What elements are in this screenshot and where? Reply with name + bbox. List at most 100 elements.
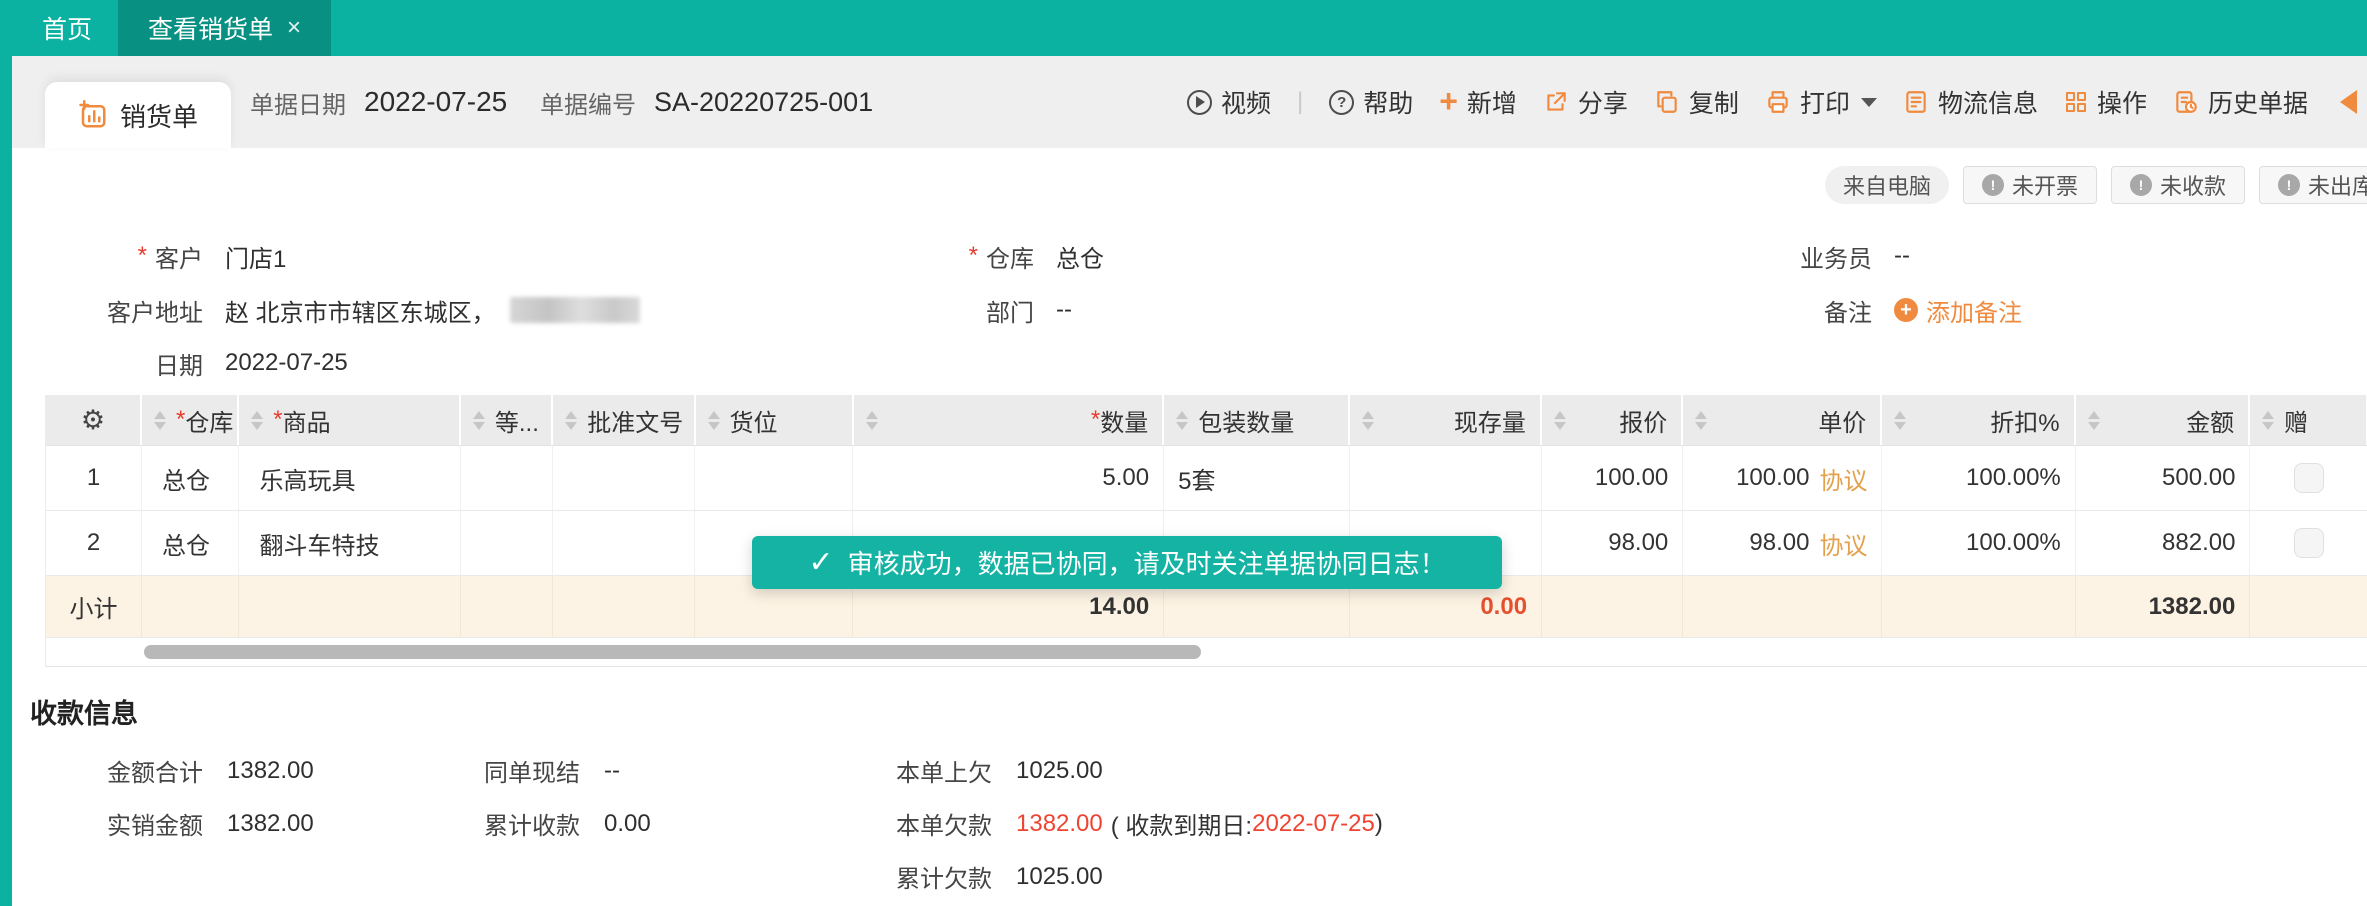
doc-number-group: 单据编号 SA-20220725-001 bbox=[540, 56, 873, 148]
gift-checkbox[interactable] bbox=[2294, 463, 2324, 493]
col-header-warehouse[interactable]: * 仓库 bbox=[142, 395, 239, 445]
gear-icon[interactable]: ⚙ bbox=[81, 405, 105, 436]
col-label: 等... bbox=[495, 403, 539, 438]
add-remark-button[interactable]: + 添加备注 bbox=[1894, 293, 2022, 328]
history-doc-icon bbox=[2173, 89, 2199, 115]
logistics-button[interactable]: 物流信息 bbox=[1903, 84, 2038, 120]
cell-warehouse: 总仓 bbox=[142, 511, 239, 575]
tab-view-sales-order[interactable]: 查看销货单 × bbox=[118, 0, 331, 56]
help-button[interactable]: ? 帮助 bbox=[1329, 84, 1413, 120]
sort-arrows[interactable] bbox=[1894, 411, 1906, 430]
col-label: 折扣% bbox=[1990, 403, 2073, 438]
current-owed-label: 本单欠款 bbox=[716, 806, 992, 841]
sort-arrows[interactable] bbox=[1362, 411, 1374, 430]
remark-label: 备注 bbox=[1650, 293, 1872, 328]
subtotal-label: 小计 bbox=[46, 576, 142, 637]
cell-stock bbox=[1350, 446, 1542, 510]
cell-approval-no bbox=[553, 511, 695, 575]
address-value: 赵 北京市市辖区东城区， bbox=[225, 293, 640, 328]
add-remark-label: 添加备注 bbox=[1926, 293, 2022, 328]
sort-arrows[interactable] bbox=[251, 411, 263, 430]
address-label: 客户地址 bbox=[20, 293, 203, 328]
col-header-location[interactable]: 货位 bbox=[696, 395, 854, 445]
operations-button[interactable]: 操作 bbox=[2064, 84, 2147, 120]
col-header-grade[interactable]: 等... bbox=[461, 395, 553, 445]
col-header-quote[interactable]: 报价 bbox=[1542, 395, 1683, 445]
col-header-price[interactable]: 单价 bbox=[1683, 395, 1882, 445]
sort-arrows[interactable] bbox=[2088, 411, 2100, 430]
cell-quote: 98.00 bbox=[1542, 511, 1683, 575]
customer-value[interactable]: 门店1 bbox=[225, 239, 286, 274]
scrollbar-thumb[interactable] bbox=[144, 645, 1201, 659]
copy-button[interactable]: 复制 bbox=[1654, 84, 1739, 120]
success-toast: ✓ 审核成功，数据已协同，请及时关注单据协同日志！ bbox=[752, 536, 1502, 589]
subtotal-empty bbox=[1683, 576, 1882, 637]
sort-arrows[interactable] bbox=[154, 411, 166, 430]
col-header-qty[interactable]: * 数量 bbox=[854, 395, 1165, 445]
tab-home[interactable]: 首页 bbox=[14, 0, 120, 56]
col-header-amount[interactable]: 金额 bbox=[2076, 395, 2251, 445]
salesman-field: 业务员 -- bbox=[1650, 238, 1910, 274]
cell-product: 翻斗车特技 bbox=[239, 511, 461, 575]
video-button[interactable]: 视频 bbox=[1187, 84, 1271, 120]
warehouse-field: * 仓库 总仓 bbox=[860, 238, 1104, 274]
actual-sales-label: 实销金额 bbox=[28, 806, 203, 841]
sort-arrows[interactable] bbox=[1176, 411, 1188, 430]
line-items-table: ⚙ * 仓库 * 商品 等... 批准文号 货位 bbox=[45, 395, 2367, 667]
history-button[interactable]: 历史单据 bbox=[2173, 84, 2308, 120]
sort-arrows[interactable] bbox=[866, 411, 878, 430]
print-icon bbox=[1765, 89, 1791, 115]
doc-type-tab[interactable]: 销货单 bbox=[45, 82, 231, 148]
col-header-settings[interactable]: ⚙ bbox=[46, 395, 142, 445]
share-button[interactable]: 分享 bbox=[1543, 84, 1628, 120]
col-header-stock[interactable]: 现存量 bbox=[1350, 395, 1542, 445]
table-row: 1 总仓 乐高玩具 5.00 5套 100.00 100.00 协议 100.0… bbox=[46, 446, 2367, 511]
tab-label: 查看销货单 bbox=[148, 10, 273, 46]
action-toolbar: 视频 | ? 帮助 + 新增 分享 复制 打印 bbox=[1187, 56, 2357, 148]
sort-arrows[interactable] bbox=[708, 411, 720, 430]
toolbar-divider: | bbox=[1297, 88, 1303, 116]
print-dropdown-chevron[interactable] bbox=[1861, 98, 1877, 107]
copy-label: 复制 bbox=[1689, 84, 1739, 120]
question-icon: ? bbox=[1329, 90, 1354, 115]
salesman-value: -- bbox=[1894, 242, 1910, 270]
col-header-pkg-qty[interactable]: 包装数量 bbox=[1164, 395, 1349, 445]
payment-item: 本单上欠 1025.00 bbox=[716, 744, 1383, 797]
col-header-gift[interactable]: 赠 bbox=[2250, 395, 2367, 445]
sort-arrows[interactable] bbox=[473, 411, 485, 430]
col-header-discount[interactable]: 折扣% bbox=[1882, 395, 2075, 445]
col-header-approval-no[interactable]: 批准文号 bbox=[553, 395, 695, 445]
cell-price: 98.00 协议 bbox=[1683, 511, 1882, 575]
gift-checkbox[interactable] bbox=[2294, 528, 2324, 558]
date-value: 2022-07-25 bbox=[225, 349, 348, 377]
sort-arrows[interactable] bbox=[1695, 411, 1707, 430]
payment-item: 实销金额 1382.00 bbox=[28, 797, 314, 850]
subtotal-amount: 1382.00 bbox=[2076, 576, 2251, 637]
payment-item: 同单现结 -- bbox=[420, 744, 651, 797]
sort-arrows[interactable] bbox=[2262, 411, 2274, 430]
cell-pkg-qty: 5套 bbox=[1164, 446, 1349, 510]
close-tab-icon[interactable]: × bbox=[287, 14, 301, 42]
badge-not-received: ! 未收款 bbox=[2111, 166, 2245, 204]
print-button[interactable]: 打印 bbox=[1765, 84, 1877, 120]
col-header-product[interactable]: * 商品 bbox=[239, 395, 461, 445]
col-label: 包装数量 bbox=[1198, 403, 1294, 438]
sort-arrows[interactable] bbox=[565, 411, 577, 430]
cumulative-owed-label: 累计欠款 bbox=[716, 859, 992, 894]
play-icon bbox=[1187, 90, 1212, 115]
cumulative-owed-value: 1025.00 bbox=[1016, 863, 1103, 891]
collapse-panel-icon[interactable] bbox=[2340, 90, 2357, 114]
actual-sales-value: 1382.00 bbox=[227, 810, 314, 838]
doc-date-group: 单据日期 2022-07-25 bbox=[250, 56, 507, 148]
cell-discount: 100.00% bbox=[1882, 446, 2075, 510]
sort-arrows[interactable] bbox=[1554, 411, 1566, 430]
subtotal-empty bbox=[1542, 576, 1683, 637]
due-date-value: 2022-07-25 bbox=[1252, 810, 1375, 838]
alert-icon: ! bbox=[2278, 174, 2300, 196]
warehouse-value[interactable]: 总仓 bbox=[1056, 239, 1104, 274]
salesman-label: 业务员 bbox=[1650, 239, 1872, 274]
badge-source-label: 来自电脑 bbox=[1843, 169, 1931, 201]
date-label: 日期 bbox=[20, 346, 203, 381]
cell-price: 100.00 协议 bbox=[1683, 446, 1882, 510]
add-button[interactable]: + 新增 bbox=[1439, 84, 1517, 120]
